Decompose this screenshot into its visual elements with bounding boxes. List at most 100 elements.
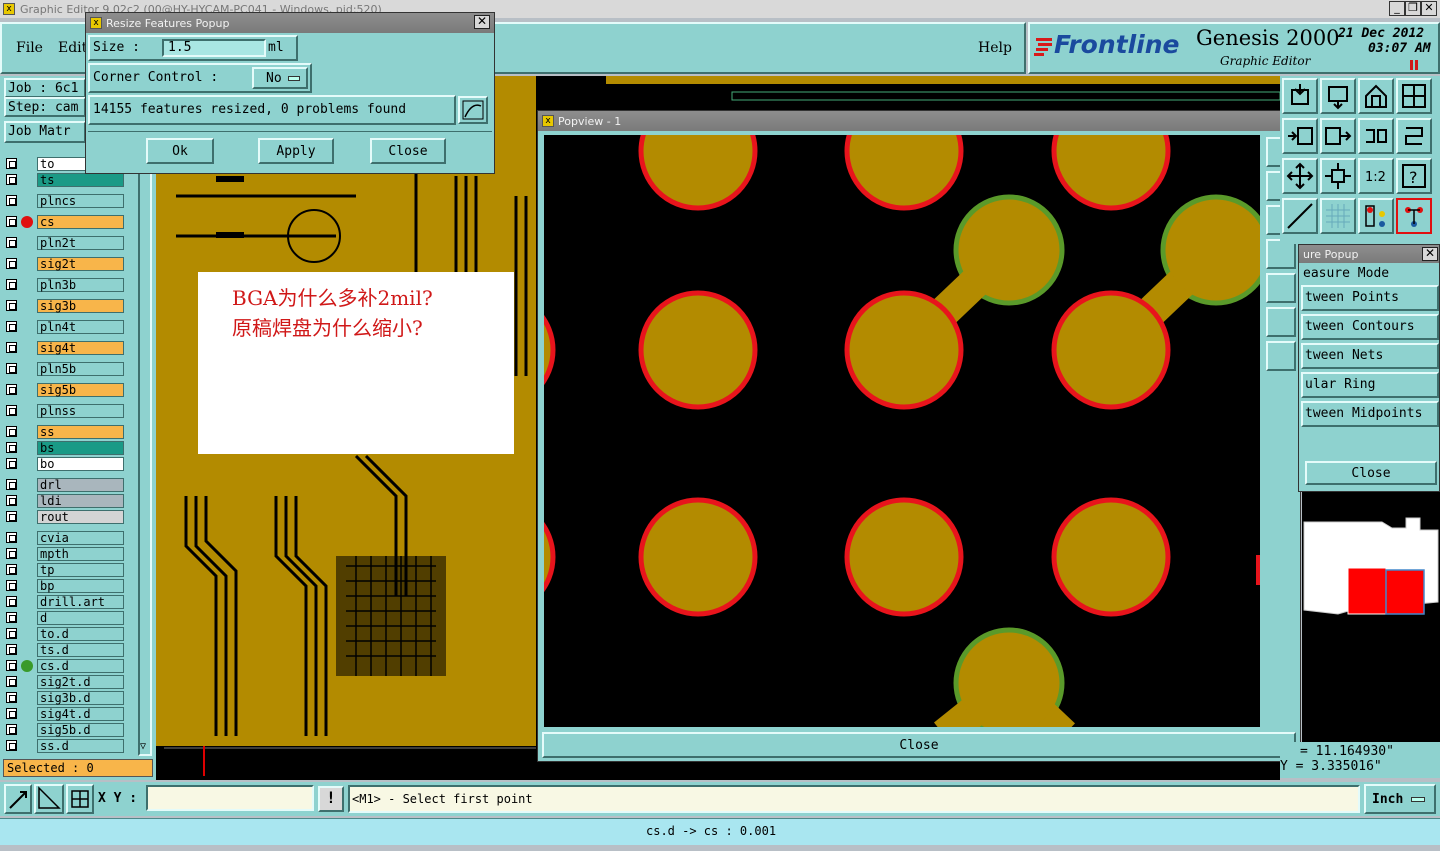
layer-row[interactable]: ss.d	[6, 738, 124, 753]
overview-map[interactable]	[1302, 492, 1440, 742]
layer-checkbox[interactable]	[6, 548, 17, 559]
layer-checkbox[interactable]	[6, 426, 17, 437]
layer-checkbox[interactable]	[6, 258, 17, 269]
pan-icon[interactable]	[1282, 118, 1318, 154]
pv-fit-icon[interactable]	[1266, 307, 1296, 337]
scale-one-to-two-icon[interactable]: 1:2	[1358, 158, 1394, 194]
pv-center-icon[interactable]	[1266, 341, 1296, 371]
layer-checkbox[interactable]	[6, 442, 17, 453]
mirror-icon[interactable]	[1358, 118, 1394, 154]
layer-row[interactable]: sig4t	[6, 340, 124, 355]
layer-checkbox[interactable]	[6, 532, 17, 543]
restore-button[interactable]: ❐	[1405, 1, 1421, 16]
graph-button[interactable]	[458, 96, 488, 124]
select-arrow-icon[interactable]	[4, 784, 32, 814]
layer-checkbox[interactable]	[6, 363, 17, 374]
apply-button[interactable]: Apply	[258, 138, 334, 164]
rotate-icon[interactable]	[1396, 118, 1432, 154]
layer-checkbox[interactable]	[6, 580, 17, 591]
help-query-icon[interactable]: ?	[1396, 158, 1432, 194]
layer-row[interactable]: drl	[6, 477, 124, 492]
layer-checkbox[interactable]	[6, 384, 17, 395]
warning-icon[interactable]: !	[318, 786, 344, 812]
layer-checkbox[interactable]	[6, 237, 17, 248]
menu-file[interactable]: File	[16, 40, 43, 56]
minimize-button[interactable]: _	[1389, 1, 1405, 16]
layer-checkbox[interactable]	[6, 174, 17, 185]
zoom-in-icon[interactable]	[1320, 78, 1356, 114]
layer-row[interactable]: bo	[6, 456, 124, 471]
popview-canvas[interactable]	[544, 135, 1260, 727]
layer-row[interactable]: plnss	[6, 403, 124, 418]
layer-checkbox[interactable]	[6, 342, 17, 353]
layer-checkbox[interactable]	[6, 458, 17, 469]
layer-row[interactable]: sig2t	[6, 256, 124, 271]
snap-icon[interactable]	[1282, 198, 1318, 234]
measure-close-button[interactable]: Close	[1305, 461, 1437, 485]
layer-checkbox[interactable]	[6, 511, 17, 522]
layer-row[interactable]: plncs	[6, 193, 124, 208]
measure-mode-option[interactable]: tween Nets	[1301, 343, 1439, 369]
layer-checkbox[interactable]	[6, 692, 17, 703]
layer-row[interactable]: drill.art	[6, 594, 124, 609]
window-icon[interactable]	[1396, 78, 1432, 114]
layer-row[interactable]: bp	[6, 578, 124, 593]
layer-row[interactable]: ts	[6, 172, 124, 187]
layer-row[interactable]: tp	[6, 562, 124, 577]
layer-row[interactable]: ts.d	[6, 642, 124, 657]
layer-row[interactable]: pln4t	[6, 319, 124, 334]
layer-row[interactable]: sig5b	[6, 382, 124, 397]
layer-checkbox[interactable]	[6, 628, 17, 639]
layer-row[interactable]: sig5b.d	[6, 722, 124, 737]
measure-popup-close-icon[interactable]: ✕	[1422, 247, 1438, 261]
layer-row[interactable]: rout	[6, 509, 124, 524]
scroll-down-arrow-icon[interactable]: ▽	[140, 742, 150, 754]
measure-tool-icon[interactable]	[34, 784, 64, 814]
layer-row[interactable]: sig2t.d	[6, 674, 124, 689]
layer-row[interactable]: pln3b	[6, 277, 124, 292]
size-input[interactable]: 1.5	[162, 39, 266, 57]
layer-checkbox[interactable]	[6, 596, 17, 607]
layer-checkbox[interactable]	[6, 708, 17, 719]
resize-popup-close-icon[interactable]: ✕	[474, 15, 490, 29]
layer-checkbox[interactable]	[6, 660, 17, 671]
popview-titlebar[interactable]: x Popview - 1 ✕	[538, 111, 1300, 131]
grid-icon[interactable]	[1320, 198, 1356, 234]
layer-checkbox[interactable]	[6, 405, 17, 416]
grid-snap-icon[interactable]	[66, 784, 94, 814]
layer-row[interactable]: cvia	[6, 530, 124, 545]
layer-row[interactable]: ss	[6, 424, 124, 439]
layer-row[interactable]: pln5b	[6, 361, 124, 376]
zoom-home-icon[interactable]	[1282, 78, 1318, 114]
measure-mode-option[interactable]: tween Midpoints	[1301, 401, 1439, 427]
layer-checkbox[interactable]	[6, 300, 17, 311]
resize-close-button[interactable]: Close	[370, 138, 446, 164]
layer-checkbox[interactable]	[6, 216, 17, 227]
home-icon[interactable]	[1358, 78, 1394, 114]
measure-mode-option[interactable]: tween Contours	[1301, 314, 1439, 340]
layer-checkbox[interactable]	[6, 612, 17, 623]
pan-right-icon[interactable]	[1320, 118, 1356, 154]
measure-mode-option[interactable]: ular Ring	[1301, 372, 1439, 398]
ok-button[interactable]: Ok	[146, 138, 214, 164]
layer-row[interactable]: cs	[6, 214, 124, 229]
layer-row[interactable]: sig3b	[6, 298, 124, 313]
layer-row[interactable]: d	[6, 610, 124, 625]
zoom-fit-icon[interactable]	[1282, 158, 1318, 194]
net-connect-icon[interactable]	[1396, 198, 1432, 234]
layer-row[interactable]: bs	[6, 440, 124, 455]
layer-scrollbar[interactable]: ▽	[138, 156, 152, 756]
layer-checkbox[interactable]	[6, 676, 17, 687]
menu-edit[interactable]: Edit	[58, 40, 87, 56]
layer-checkbox[interactable]	[6, 740, 17, 751]
unit-select[interactable]: Inch	[1364, 784, 1436, 814]
layer-row[interactable]: cs.d	[6, 658, 124, 673]
layer-checkbox[interactable]	[6, 564, 17, 575]
job-matrix-button[interactable]: Job Matr	[4, 121, 86, 143]
layer-row[interactable]: pln2t	[6, 235, 124, 250]
layer-checkbox[interactable]	[6, 321, 17, 332]
popview-close-button[interactable]: Close	[542, 732, 1296, 758]
layer-checkbox[interactable]	[6, 724, 17, 735]
measure-popup-titlebar[interactable]: ure Popup ✕	[1299, 245, 1439, 263]
net-highlight-icon[interactable]	[1358, 198, 1394, 234]
